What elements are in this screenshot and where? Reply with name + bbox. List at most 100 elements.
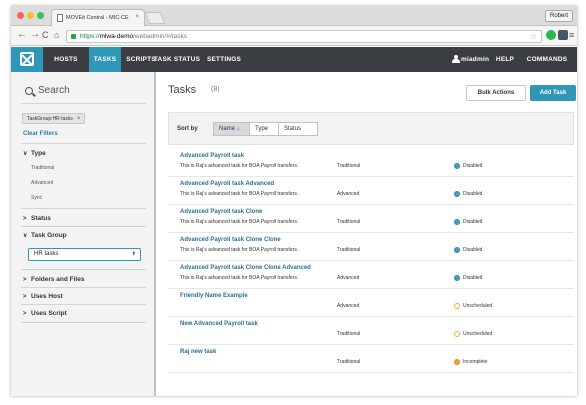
task-name-link[interactable]: Advanced Payroll task Clone Clone [180, 237, 281, 243]
type-option-advanced[interactable]: Advanced [31, 180, 53, 186]
task-count: (8) [211, 86, 220, 93]
page-icon [57, 14, 63, 22]
type-option-sync[interactable]: Sync [31, 195, 42, 201]
status-disabled-icon [454, 247, 460, 253]
task-row[interactable]: New Advanced Payroll task Traditional Un… [168, 317, 574, 345]
type-option-traditional[interactable]: Traditional [31, 165, 54, 171]
nav-hosts[interactable]: HOSTS [49, 47, 83, 72]
divider [21, 208, 146, 209]
nav-settings[interactable]: SETTINGS [204, 47, 244, 72]
browser-tab[interactable]: MOVEit Central - MIC-CE × [51, 9, 145, 26]
browser-menu-icon[interactable]: ≡ [569, 29, 574, 41]
divider [21, 269, 146, 270]
moveit-logo[interactable] [11, 47, 43, 72]
section-label: Uses Script [31, 310, 67, 317]
app-header: HOSTS TASKS SCRIPTS TASK STATUS SETTINGS… [11, 47, 577, 72]
chevron-down-icon: ∨ [23, 151, 28, 157]
filter-section-status[interactable]: > Status [23, 215, 51, 222]
extension-icon[interactable] [558, 30, 568, 40]
status-disabled-icon [454, 219, 460, 225]
divider [21, 103, 146, 104]
remove-filter-icon[interactable]: × [77, 116, 81, 122]
task-name-link[interactable]: Advanced Payroll task [180, 153, 244, 159]
task-row[interactable]: Advanced Payroll task Clone Clone Advanc… [168, 261, 574, 289]
sort-by-status-button[interactable]: Status [278, 122, 318, 136]
task-description: This is Raj's advanced task for BOA Payr… [180, 191, 299, 197]
task-row[interactable]: Advanced Payroll task This is Raj's adva… [168, 149, 574, 177]
task-row[interactable]: Raj new task Traditional Incomplete [168, 345, 574, 373]
search-input[interactable]: Search [38, 85, 70, 96]
sort-by-type-button[interactable]: Type [249, 122, 279, 136]
task-description: This is Raj's advanced task for BOA Payr… [180, 163, 299, 169]
task-name-link[interactable]: Advanced Payroll task Advanced [180, 181, 274, 187]
page-title: Tasks [168, 84, 197, 96]
clear-filters-link[interactable]: Clear Filters [23, 131, 58, 137]
task-row[interactable]: Advanced Payroll task Clone This is Raj'… [168, 205, 574, 233]
chevron-right-icon: > [23, 216, 27, 222]
task-type: Traditional [337, 331, 361, 337]
address-bar[interactable]: https://mlwa-demo/webadmin/#/tasks ☆ [66, 30, 542, 43]
divider [21, 226, 146, 227]
nav-tasks[interactable]: TASKS [89, 47, 121, 72]
divider [21, 287, 146, 288]
task-status: Disabled [463, 219, 483, 225]
task-name-link[interactable]: Raj new task [180, 349, 216, 355]
task-row[interactable]: Friendly Name Example Advanced Unschedul… [168, 289, 574, 317]
sort-by-name-button[interactable]: Name ↓ [213, 122, 250, 136]
add-task-button[interactable]: Add Task [530, 85, 576, 101]
lock-icon [71, 34, 76, 39]
browser-toolbar: ← → C ⌂ https://mlwa-demo/webadmin/#/tas… [11, 26, 577, 46]
minimize-window-icon[interactable] [27, 12, 34, 19]
filter-section-task-group[interactable]: ∨ Task Group [23, 232, 67, 239]
filter-section-type[interactable]: ∨ Type [23, 150, 46, 157]
filter-sidebar: Search TaskGroup:HR tasks × Clear Filters… [11, 72, 156, 396]
section-label: Folders and Files [31, 276, 85, 283]
divider [21, 304, 146, 305]
url-path: /webadmin/#/tasks [133, 33, 187, 40]
filter-section-uses-host[interactable]: > Uses Host [23, 293, 63, 300]
filter-section-uses-script[interactable]: > Uses Script [23, 310, 67, 317]
url-text: https://mlwa-demo/webadmin/#/tasks [80, 32, 187, 42]
select-arrows-icon: ⬍ [131, 251, 136, 257]
forward-arrow-icon[interactable]: → [30, 29, 40, 41]
task-row[interactable]: Advanced Payroll task Advanced This is R… [168, 177, 574, 205]
maximize-window-icon[interactable] [37, 12, 44, 19]
close-window-icon[interactable] [17, 12, 24, 19]
section-label: Status [31, 215, 51, 222]
task-name-link[interactable]: Friendly Name Example [180, 293, 248, 299]
task-group-select[interactable]: HR tasks ⬍ [28, 248, 141, 261]
task-name-link[interactable]: Advanced Payroll task Clone Clone Advanc… [180, 265, 311, 271]
task-type: Advanced [337, 303, 360, 309]
back-arrow-icon[interactable]: ← [17, 29, 27, 41]
task-description: This is Raj's advanced task for BOA Payr… [180, 275, 299, 281]
divider [21, 143, 146, 144]
chevron-right-icon: > [23, 277, 27, 283]
new-tab-button[interactable] [144, 12, 166, 24]
extension-icon[interactable] [546, 30, 556, 40]
status-disabled-icon [454, 275, 460, 281]
tab-close-icon[interactable]: × [135, 14, 139, 20]
profile-button[interactable]: Robert [544, 10, 573, 22]
task-name-link[interactable]: Advanced Payroll task Clone [180, 209, 262, 215]
reload-icon[interactable]: C [42, 29, 49, 41]
status-incomplete-icon [454, 359, 460, 365]
home-icon[interactable]: ⌂ [54, 29, 59, 41]
search-icon[interactable] [25, 87, 33, 95]
tab-title: MOVEit Central - MIC-CE [66, 15, 129, 21]
nav-task-status[interactable]: TASK STATUS [153, 47, 201, 72]
task-group-selected: HR tasks [34, 251, 59, 257]
nav-commands[interactable]: COMMANDS [522, 47, 572, 72]
user-menu[interactable]: miadmin [461, 47, 489, 72]
nav-help[interactable]: HELP [494, 47, 516, 72]
status-unscheduled-icon [454, 331, 460, 337]
task-name-link[interactable]: New Advanced Payroll task [180, 321, 258, 327]
task-status: Unscheduled [463, 331, 493, 337]
active-filter-chip[interactable]: TaskGroup:HR tasks × [22, 113, 86, 124]
chevron-right-icon: > [23, 311, 27, 317]
bookmark-star-icon[interactable]: ☆ [530, 31, 537, 42]
status-disabled-icon [454, 191, 460, 197]
section-label: Uses Host [31, 293, 63, 300]
task-row[interactable]: Advanced Payroll task Clone Clone This i… [168, 233, 574, 261]
bulk-actions-button[interactable]: Bulk Actions [466, 85, 526, 101]
filter-section-folders[interactable]: > Folders and Files [23, 276, 84, 283]
